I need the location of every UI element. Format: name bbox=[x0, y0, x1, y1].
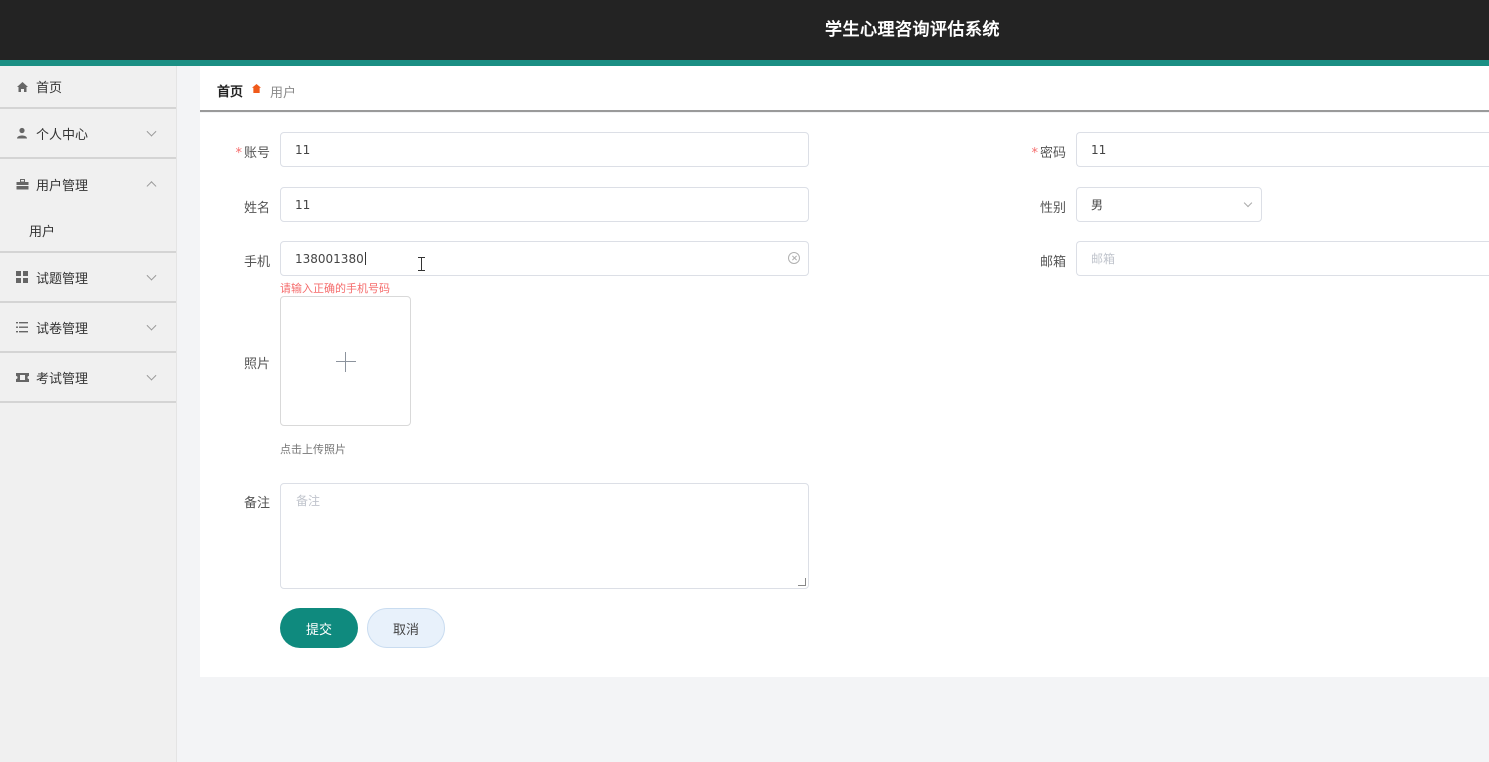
name-label: 姓名 bbox=[243, 201, 270, 216]
resize-handle[interactable] bbox=[798, 578, 806, 586]
sidebar-item-home[interactable]: 首页 bbox=[0, 66, 176, 109]
chevron-down-icon bbox=[146, 126, 157, 137]
sidebar-item-user-management[interactable]: 用户管理 bbox=[0, 159, 176, 209]
sidebar-item-label: 用户管理 bbox=[36, 178, 89, 194]
upload-tip: 点击上传照片 bbox=[280, 443, 346, 456]
sidebar-item-label: 考试管理 bbox=[36, 371, 89, 387]
note-placeholder: 备注 bbox=[296, 494, 321, 508]
mouse-ibeam-cursor-icon bbox=[418, 257, 425, 271]
breadcrumb-home[interactable]: 首页 bbox=[217, 81, 243, 100]
breadcrumb: 首页 用户 bbox=[200, 66, 1489, 112]
chevron-down-icon bbox=[146, 270, 157, 281]
submit-button[interactable]: 提交 bbox=[280, 608, 358, 648]
sidebar-item-label: 试卷管理 bbox=[36, 321, 89, 337]
home-icon bbox=[15, 80, 29, 94]
sidebar-item-personal-center[interactable]: 个人中心 bbox=[0, 109, 176, 159]
plus-icon-vertical bbox=[345, 352, 346, 372]
sidebar-item-label: 个人中心 bbox=[36, 127, 89, 143]
phone-label: 手机 bbox=[243, 255, 270, 270]
sidebar-item-question-management[interactable]: 试题管理 bbox=[0, 253, 176, 303]
name-input[interactable]: 11 bbox=[280, 187, 809, 222]
photo-label: 照片 bbox=[243, 357, 270, 372]
phone-input[interactable]: 138001380 bbox=[280, 241, 809, 276]
chevron-up-icon bbox=[146, 181, 157, 192]
sidebar-item-exam-management[interactable]: 考试管理 bbox=[0, 353, 176, 403]
account-input[interactable]: 11 bbox=[280, 132, 809, 167]
sidebar-item-label: 首页 bbox=[36, 81, 63, 96]
cancel-button[interactable]: 取消 bbox=[367, 608, 445, 648]
plus-icon bbox=[336, 361, 356, 362]
password-input[interactable]: 11 bbox=[1076, 132, 1489, 167]
sidebar: 首页 个人中心 用户管理 用户 试题管理 试卷管理 考试管理 bbox=[0, 66, 177, 762]
note-label: 备注 bbox=[243, 496, 270, 511]
home-marker-icon bbox=[252, 84, 261, 93]
sidebar-subitem-label: 用户 bbox=[29, 224, 56, 240]
note-textarea[interactable]: 备注 bbox=[280, 483, 809, 589]
ticket-icon bbox=[15, 370, 29, 384]
gender-label: 性别 bbox=[1039, 201, 1066, 216]
chevron-down-icon bbox=[146, 320, 157, 331]
phone-error-message: 请输入正确的手机号码 bbox=[280, 282, 390, 295]
grid-icon bbox=[15, 270, 29, 284]
briefcase-icon bbox=[15, 177, 29, 191]
app-title: 学生心理咨询评估系统 bbox=[825, 20, 1000, 40]
email-label: 邮箱 bbox=[1039, 255, 1066, 270]
top-header: 学生心理咨询评估系统 bbox=[0, 0, 1489, 60]
email-input[interactable]: 邮箱 bbox=[1076, 241, 1489, 276]
breadcrumb-current: 用户 bbox=[270, 86, 297, 101]
clear-icon[interactable] bbox=[788, 252, 800, 264]
sidebar-subitem-users[interactable]: 用户 bbox=[0, 209, 176, 253]
chevron-down-icon bbox=[146, 370, 157, 381]
list-icon bbox=[15, 320, 29, 334]
gender-select-value: 男 bbox=[1091, 198, 1104, 212]
phone-input-value: 138001380 bbox=[295, 251, 364, 266]
password-label: * 密码 bbox=[1031, 146, 1066, 161]
photo-uploader[interactable] bbox=[280, 296, 411, 426]
gender-select[interactable]: 男 bbox=[1076, 187, 1262, 222]
user-icon bbox=[15, 126, 29, 140]
account-label: * 账号 bbox=[235, 146, 270, 161]
sidebar-item-label: 试题管理 bbox=[36, 271, 89, 287]
chevron-down-icon bbox=[1243, 198, 1253, 208]
sidebar-item-paper-management[interactable]: 试卷管理 bbox=[0, 303, 176, 353]
caret bbox=[364, 252, 366, 265]
